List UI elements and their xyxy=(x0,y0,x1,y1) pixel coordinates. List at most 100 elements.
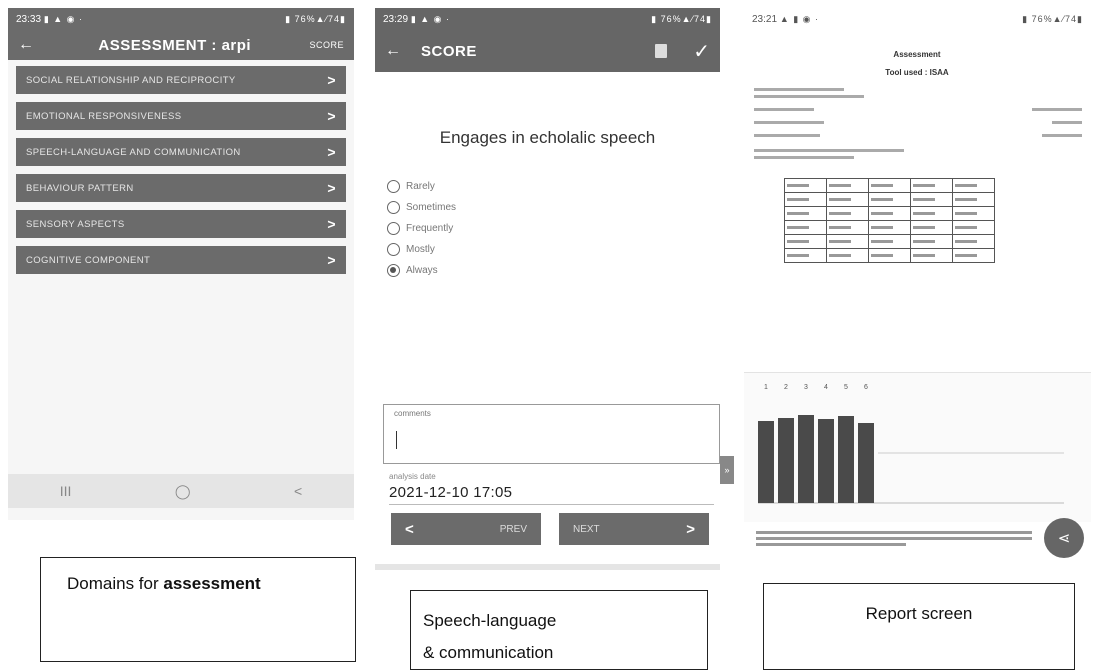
table-cell xyxy=(784,234,827,249)
report-text-line xyxy=(1032,108,1082,111)
report-text-line xyxy=(754,108,814,111)
cell-text xyxy=(829,198,852,201)
table-cell xyxy=(784,248,827,263)
chevron-right-icon: > xyxy=(327,108,336,124)
table-cell xyxy=(868,178,911,193)
cell-text xyxy=(787,254,810,257)
option-label: Always xyxy=(406,265,438,276)
cell-text xyxy=(871,240,894,243)
home-icon[interactable]: ◯ xyxy=(175,483,191,500)
table-row xyxy=(784,248,995,263)
table-cell xyxy=(826,178,869,193)
text-cursor xyxy=(396,431,397,449)
back-arrow-icon[interactable]: ← xyxy=(18,36,40,54)
domain-item-emotional[interactable]: EMOTIONAL RESPONSIVENESS > xyxy=(16,102,346,130)
cell-text xyxy=(871,226,894,229)
next-label: NEXT xyxy=(573,523,600,535)
table-cell xyxy=(784,220,827,235)
chevron-left-icon: < xyxy=(405,520,414,538)
cell-text xyxy=(871,198,894,201)
radio-button-selected[interactable] xyxy=(387,264,400,277)
assessment-screen: 23:33 ▮ ▲ ◉ · ▮ 76%▲⁄74▮ ← ASSESSMENT : … xyxy=(8,8,354,520)
radio-button[interactable] xyxy=(387,180,400,193)
chart-category-label: 5 xyxy=(844,384,848,391)
radio-button[interactable] xyxy=(387,222,400,235)
chevron-right-icon: > xyxy=(327,252,336,268)
chart-category-label: 4 xyxy=(824,384,828,391)
app-bar: ← SCORE ✓ xyxy=(375,30,720,72)
back-icon[interactable]: < xyxy=(294,483,302,499)
cell-text xyxy=(829,240,852,243)
android-nav-bar: III ◯ < xyxy=(8,474,354,508)
table-cell xyxy=(868,206,911,221)
pager-buttons: < PREV NEXT > xyxy=(391,513,709,545)
report-text-line xyxy=(1052,121,1082,124)
domain-item-behaviour[interactable]: BEHAVIOUR PATTERN > xyxy=(16,174,346,202)
cell-text xyxy=(787,240,810,243)
option-always[interactable]: Always xyxy=(387,260,720,281)
battery-signal-icon: ▮ 76%▲⁄74▮ xyxy=(1022,13,1083,24)
score-screen: 23:29 ▮ ▲ ◉ · ▮ 76%▲⁄74▮ ← SCORE ✓ Engag… xyxy=(375,8,720,570)
cell-text xyxy=(955,226,978,229)
cell-text xyxy=(871,254,894,257)
status-bar: 23:21 ▲ ▮ ◉ · ▮ 76%▲⁄74▮ xyxy=(744,8,1091,30)
comments-input[interactable]: comments xyxy=(383,404,720,464)
cell-text xyxy=(829,212,852,215)
table-cell xyxy=(826,248,869,263)
prev-button[interactable]: < PREV xyxy=(391,513,541,545)
cell-text xyxy=(913,198,936,201)
radio-button[interactable] xyxy=(387,243,400,256)
report-table xyxy=(784,178,995,263)
table-row xyxy=(784,220,995,235)
domain-item-social[interactable]: SOCIAL RELATIONSHIP AND RECIPROCITY > xyxy=(16,66,346,94)
caption-text: Domains for xyxy=(67,574,164,593)
app-bar: ← ASSESSMENT : arpi SCORE xyxy=(8,30,354,60)
report-subheading: Tool used : ISAA xyxy=(885,68,949,77)
next-button[interactable]: NEXT > xyxy=(559,513,709,545)
option-rarely[interactable]: Rarely xyxy=(387,176,720,197)
cell-text xyxy=(955,184,978,187)
chart-bar-4 xyxy=(818,419,834,503)
android-nav-bar: III ◯ < xyxy=(375,564,720,570)
domain-label: SOCIAL RELATIONSHIP AND RECIPROCITY xyxy=(26,74,236,86)
caption-text: Report screen xyxy=(865,604,973,623)
radio-button[interactable] xyxy=(387,201,400,214)
option-mostly[interactable]: Mostly xyxy=(387,239,720,260)
back-arrow-icon[interactable]: ← xyxy=(385,42,407,60)
caption-line: & communication xyxy=(423,643,554,662)
check-icon[interactable]: ✓ xyxy=(693,39,710,64)
chevron-right-icon: > xyxy=(327,72,336,88)
recents-icon[interactable]: III xyxy=(60,483,72,499)
status-time: 23:21 xyxy=(752,13,778,25)
domain-label: SENSORY ASPECTS xyxy=(26,218,125,230)
caption-line: Speech-language xyxy=(423,611,557,630)
chart-footnote xyxy=(744,528,1044,546)
status-icons: ▮ ▲ ◉ · xyxy=(410,13,451,24)
chart-bar-1 xyxy=(758,421,774,503)
table-row xyxy=(784,206,995,221)
table-row xyxy=(784,178,995,193)
table-row xyxy=(784,192,995,207)
report-text-line xyxy=(754,149,904,152)
side-drawer-handle[interactable]: » xyxy=(720,456,734,484)
domain-item-sensory[interactable]: SENSORY ASPECTS > xyxy=(16,210,346,238)
cell-text xyxy=(787,226,810,229)
report-details xyxy=(752,88,1082,159)
table-cell xyxy=(910,234,953,249)
report-text-line xyxy=(754,121,824,124)
share-button[interactable]: ⋖ xyxy=(1044,518,1084,558)
table-cell xyxy=(910,220,953,235)
report-document: Assessment Tool used : ISAA xyxy=(752,42,1082,362)
option-sometimes[interactable]: Sometimes xyxy=(387,197,720,218)
delete-icon[interactable] xyxy=(655,44,668,58)
option-frequently[interactable]: Frequently xyxy=(387,218,720,239)
table-cell xyxy=(826,234,869,249)
cell-text xyxy=(787,198,810,201)
score-button[interactable]: SCORE xyxy=(309,40,344,50)
table-cell xyxy=(826,206,869,221)
domain-item-cognitive[interactable]: COGNITIVE COMPONENT > xyxy=(16,246,346,274)
domain-item-speech[interactable]: SPEECH-LANGUAGE AND COMMUNICATION > xyxy=(16,138,346,166)
option-label: Frequently xyxy=(406,223,454,234)
analysis-date-field[interactable]: 2021-12-10 17:05 xyxy=(389,484,512,501)
table-cell xyxy=(826,220,869,235)
